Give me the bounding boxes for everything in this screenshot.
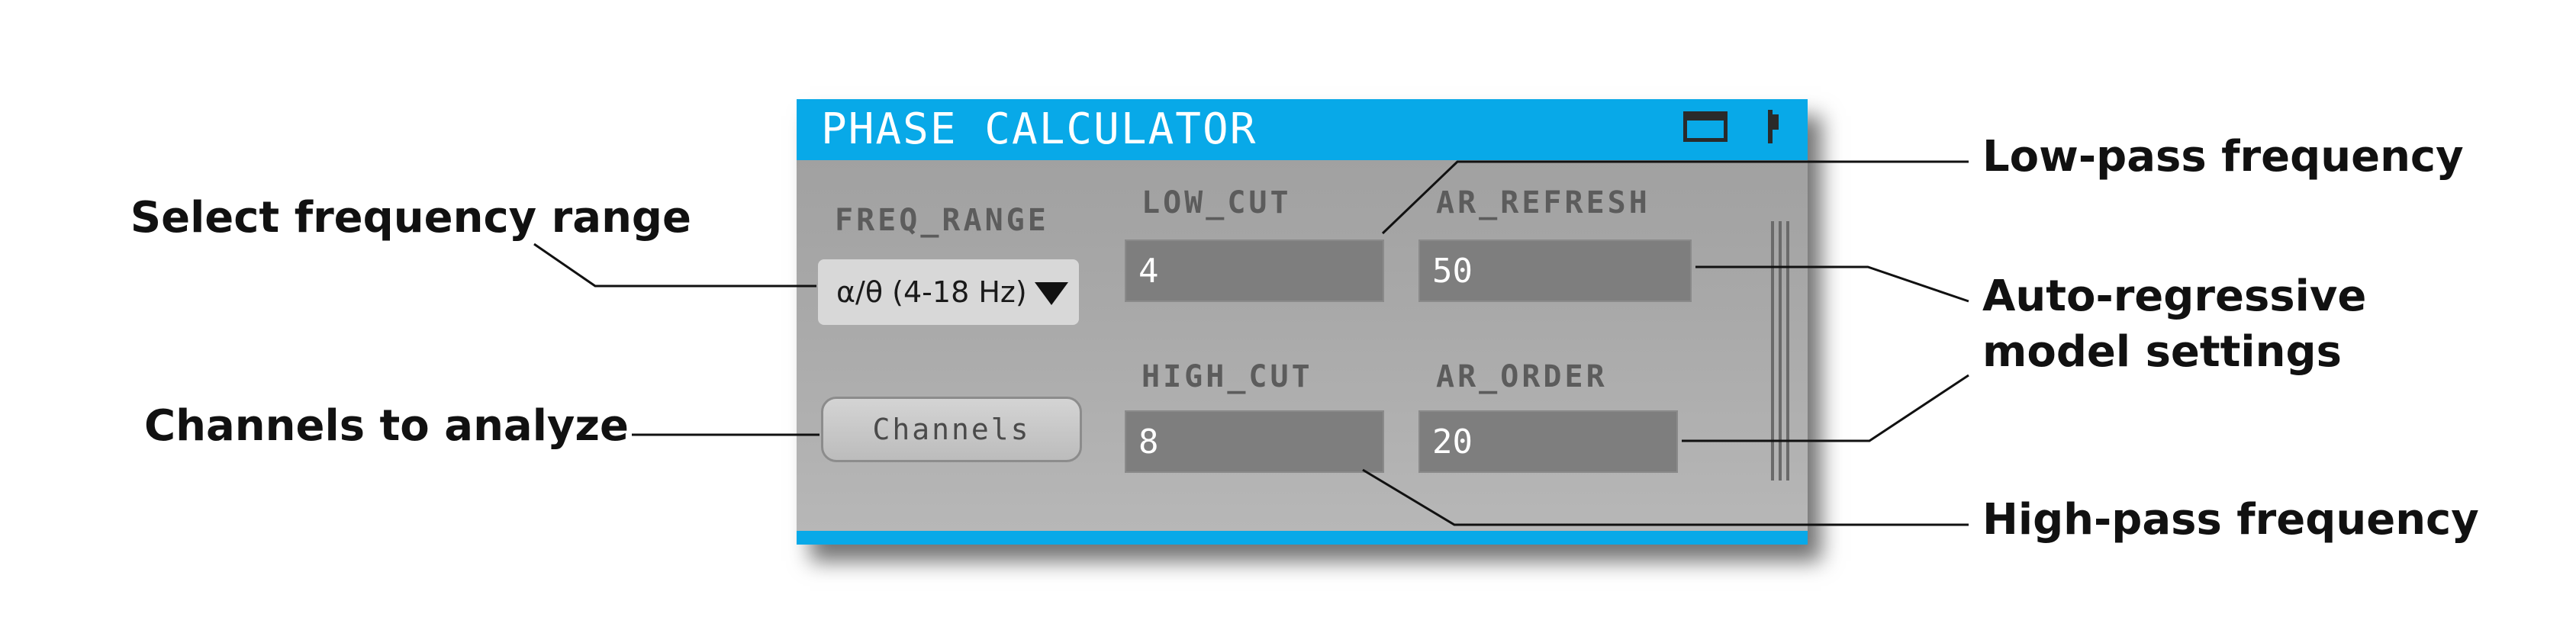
callout-auto-regressive-line1: Auto-regressive	[1982, 272, 2367, 321]
callout-select-frequency-range: Select frequency range	[130, 193, 691, 243]
callout-channels-to-analyze: Channels to analyze	[144, 401, 629, 451]
callout-auto-regressive: Auto-regressive model settings	[1982, 269, 2366, 381]
callout-low-pass-frequency: Low-pass frequency	[1982, 132, 2464, 182]
leader-line-low-pass	[1381, 160, 1969, 235]
leader-line-frequency-range	[533, 243, 816, 288]
callout-auto-regressive-line2: model settings	[1982, 326, 2342, 377]
leader-line-ar-order	[1682, 374, 1969, 442]
callout-high-pass-frequency: High-pass frequency	[1982, 495, 2479, 545]
leader-line-high-pass	[1362, 468, 1969, 526]
leader-line-ar-refresh	[1695, 265, 1969, 303]
